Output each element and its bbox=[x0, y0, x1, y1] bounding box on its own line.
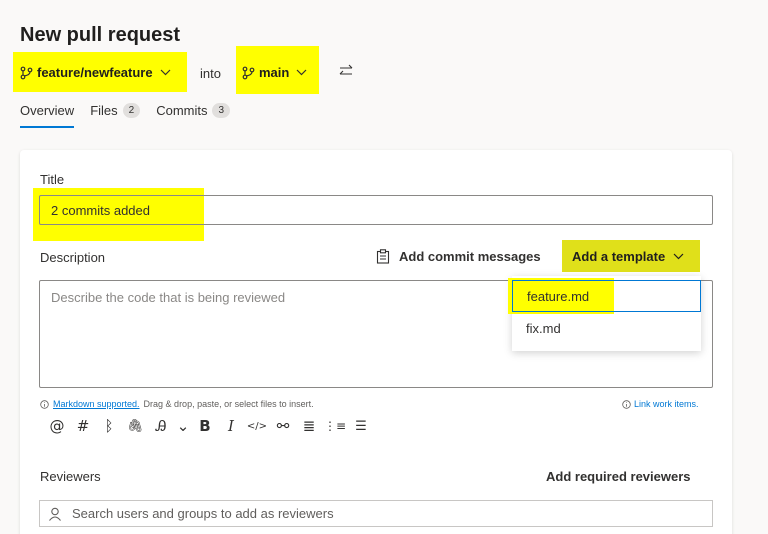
tab-label: Files bbox=[90, 103, 118, 118]
tab-bar: Overview Files 2 Commits 3 bbox=[20, 103, 246, 128]
source-branch-name: feature/newfeature bbox=[37, 65, 153, 80]
link-icon[interactable]: ⚯ bbox=[272, 417, 294, 435]
title-label: Title bbox=[40, 172, 65, 187]
mention-icon[interactable]: @ bbox=[46, 417, 68, 435]
person-icon bbox=[49, 507, 61, 521]
bold-icon[interactable]: B bbox=[194, 417, 216, 435]
format-icon[interactable]: Ꭿ bbox=[150, 417, 172, 435]
description-placeholder: Describe the code that is being reviewed bbox=[51, 290, 286, 305]
clipboard-icon bbox=[376, 249, 390, 264]
markdown-supported-link[interactable]: Markdown supported. bbox=[53, 399, 140, 409]
template-option-label: feature.md bbox=[527, 288, 590, 304]
link-work-items[interactable]: Link work items. bbox=[622, 399, 699, 409]
bulleted-list-icon[interactable]: ≣ bbox=[298, 417, 320, 435]
code-icon[interactable]: </> bbox=[246, 421, 268, 432]
info-icon bbox=[622, 399, 631, 409]
title-value: 2 commits added bbox=[51, 203, 150, 218]
source-branch-selector[interactable]: feature/newfeature bbox=[20, 65, 175, 80]
add-template-button[interactable]: Add a template bbox=[562, 240, 700, 272]
chevron-down-icon bbox=[160, 69, 171, 76]
branch-icon bbox=[20, 66, 33, 79]
pull-request-icon[interactable]: ᛒ bbox=[98, 417, 120, 435]
count-badge: 3 bbox=[212, 103, 231, 118]
template-option-fix[interactable]: fix.md bbox=[512, 312, 701, 344]
chevron-down-icon bbox=[673, 253, 684, 259]
markdown-hint: Markdown supported. Drag & drop, paste, … bbox=[40, 399, 314, 409]
branch-icon bbox=[242, 66, 255, 79]
chevron-down-icon bbox=[296, 69, 307, 76]
search-placeholder: Search users and groups to add as review… bbox=[72, 506, 334, 521]
tab-label: Commits bbox=[156, 103, 208, 118]
template-option-feature[interactable]: feature.md bbox=[512, 280, 701, 312]
add-commit-messages-button[interactable]: Add commit messages bbox=[376, 249, 541, 264]
reviewers-search-input[interactable]: Search users and groups to add as review… bbox=[39, 500, 713, 527]
tab-commits[interactable]: Commits 3 bbox=[156, 103, 231, 118]
link-work-items-label: Link work items. bbox=[634, 399, 699, 409]
template-option-label: fix.md bbox=[526, 320, 561, 336]
attach-icon[interactable]: 🖇 bbox=[124, 419, 146, 434]
target-branch-name: main bbox=[259, 65, 290, 80]
italic-icon[interactable]: I bbox=[220, 417, 242, 435]
add-template-label: Add a template bbox=[572, 248, 666, 264]
tab-files[interactable]: Files 2 bbox=[90, 103, 141, 118]
checklist-icon[interactable]: ☰ bbox=[350, 419, 372, 434]
page-title: New pull request bbox=[20, 24, 181, 46]
tab-label: Overview bbox=[20, 103, 75, 118]
description-label: Description bbox=[40, 250, 106, 265]
add-commit-messages-label: Add commit messages bbox=[399, 249, 541, 264]
count-badge: 2 bbox=[122, 103, 141, 118]
tab-overview[interactable]: Overview bbox=[20, 103, 75, 128]
markdown-hint-text: Drag & drop, paste, or select files to i… bbox=[143, 399, 314, 409]
info-icon bbox=[40, 399, 49, 409]
into-label: into bbox=[200, 66, 221, 81]
add-required-reviewers-button[interactable]: Add required reviewers bbox=[546, 469, 691, 484]
reviewers-label: Reviewers bbox=[40, 469, 101, 484]
target-branch-selector[interactable]: main bbox=[242, 65, 311, 80]
template-dropdown-menu: feature.md fix.md bbox=[508, 276, 701, 351]
swap-branches-icon[interactable] bbox=[338, 64, 354, 78]
markdown-toolbar: @ # ᛒ 🖇 Ꭿ ⌄ B I </> ⚯ ≣ ⋮≡ ☰ bbox=[46, 416, 376, 436]
hash-icon[interactable]: # bbox=[72, 417, 94, 435]
numbered-list-icon[interactable]: ⋮≡ bbox=[324, 419, 346, 433]
chevron-down-icon[interactable]: ⌄ bbox=[176, 417, 190, 435]
